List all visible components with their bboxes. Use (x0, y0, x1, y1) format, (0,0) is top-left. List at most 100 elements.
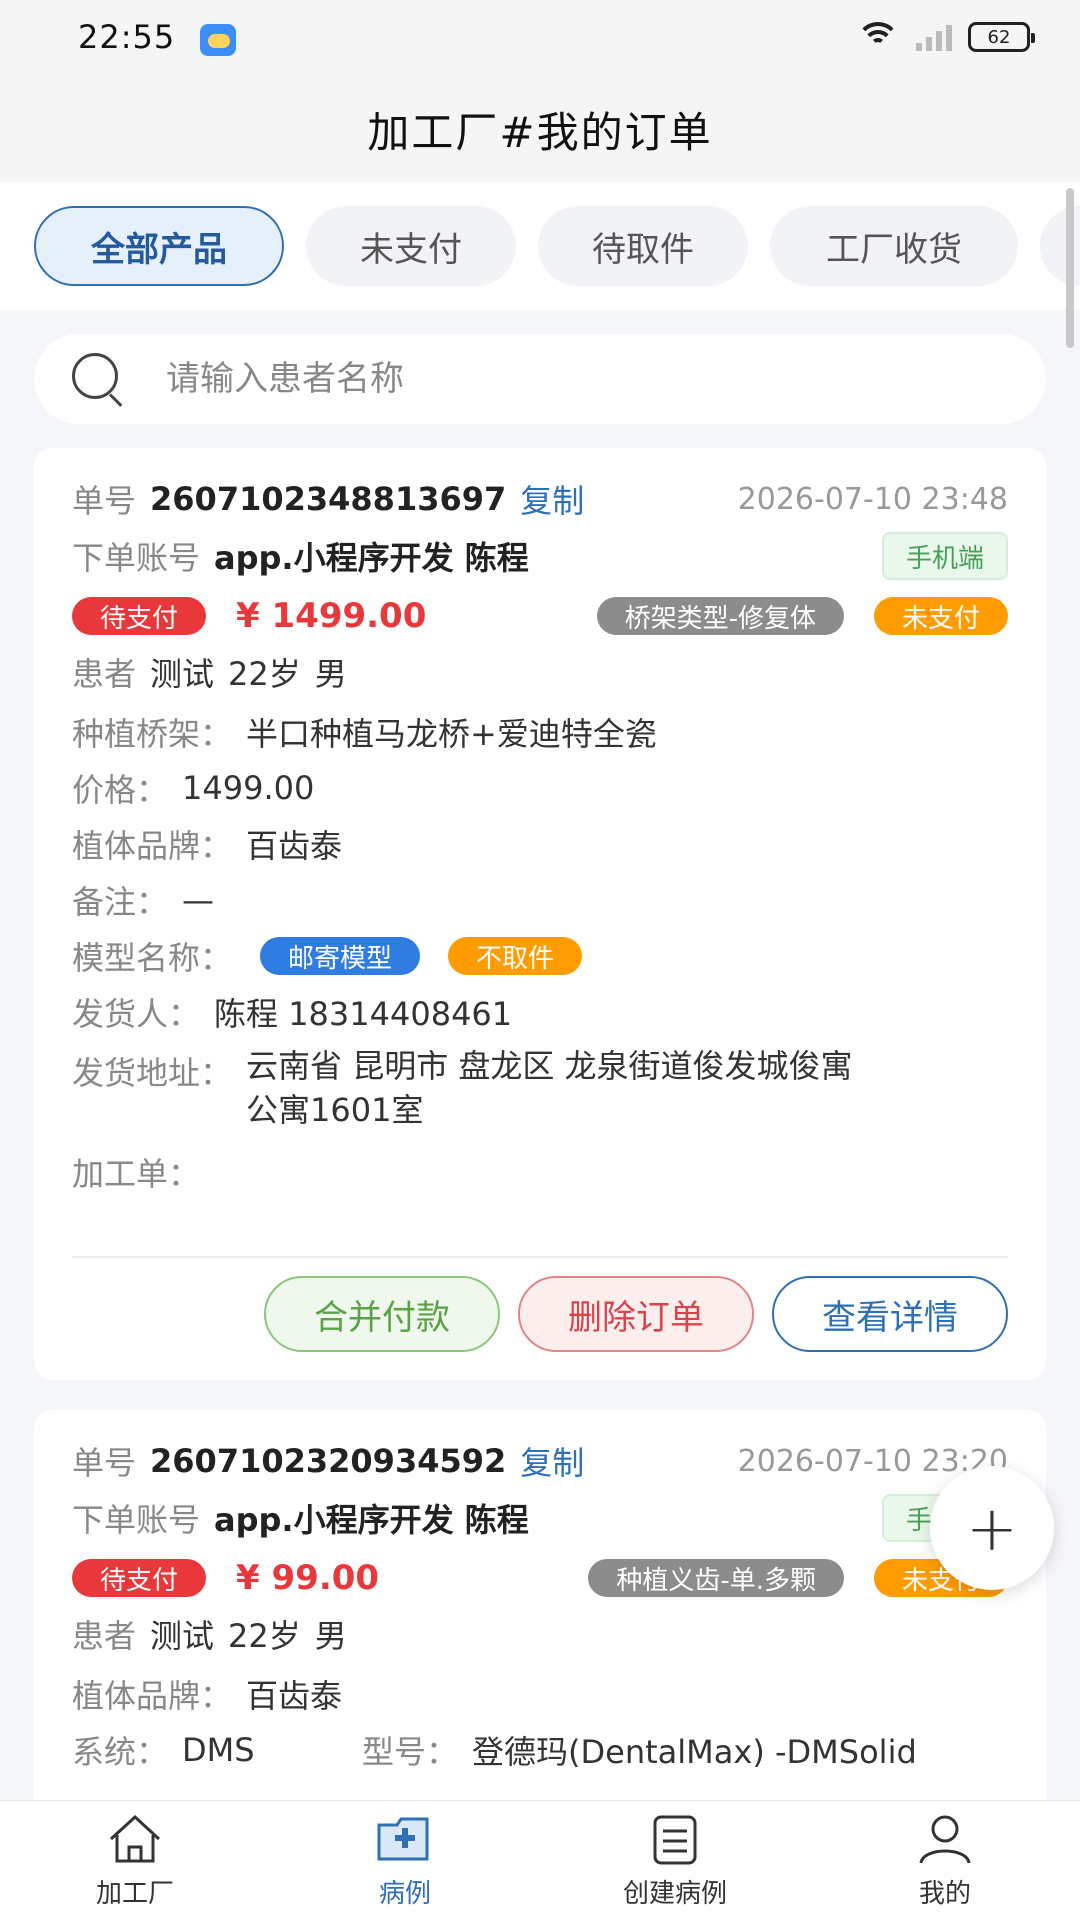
order-actions: 合并付款 删除订单 查看详情 (264, 1276, 1008, 1352)
page-header: 加工厂#我的订单 (0, 76, 1080, 182)
merge-payment-button[interactable]: 合并付款 (264, 1276, 500, 1352)
brand-label: 植体品牌： (72, 827, 233, 865)
order-number: 2607102320934592 (150, 1442, 507, 1480)
address-value: 云南省 昆明市 盘龙区 龙泉街道俊发城俊寓 公寓1601室 (246, 1040, 853, 1132)
note-value: — (182, 881, 215, 919)
home-icon (109, 1814, 161, 1863)
patient-row: 患者 测试 22岁 男 (72, 1606, 1008, 1662)
page-title: 加工厂#我的订单 (367, 107, 713, 157)
tab-factory-received[interactable]: 工厂收货 (770, 206, 1018, 286)
patient-age: 22岁 (228, 655, 301, 693)
model-badge-mail: 邮寄模型 (260, 937, 421, 975)
wifi-icon (856, 22, 900, 52)
weather-app-icon (200, 24, 236, 56)
nav-mine-label: 我的 (918, 1879, 971, 1909)
order-account-row: 下单账号 app.小程序开发 陈程 手机端 (72, 1490, 1008, 1546)
delete-order-button[interactable]: 删除订单 (518, 1276, 754, 1352)
order-number-label: 单号 (72, 482, 137, 520)
patient-name: 测试 (150, 1617, 215, 1655)
order-card: 单号 2607102348813697 复制 2026-07-10 23:48 … (34, 448, 1046, 1380)
medical-folder-icon (377, 1817, 429, 1861)
nav-factory[interactable]: 加工厂 (0, 1801, 270, 1920)
sender-label: 发货人： (72, 995, 201, 1033)
tab-more-partial[interactable] (1040, 206, 1080, 286)
brand-value: 百齿泰 (246, 827, 343, 865)
account-label: 下单账号 (72, 1501, 201, 1539)
order-account-row: 下单账号 app.小程序开发 陈程 手机端 (72, 528, 1008, 584)
nav-cases-label: 病例 (378, 1879, 431, 1909)
bridge-label: 种植桥架： (72, 715, 233, 753)
nav-create-case-label: 创建病例 (622, 1879, 727, 1909)
patient-age: 22岁 (228, 1617, 301, 1655)
address-line-2: 公寓1601室 (246, 1091, 424, 1129)
bottom-nav: 加工厂 病例 创建病例 我的 (0, 1800, 1080, 1920)
sender-row: 发货人： 陈程 18314408461 (72, 984, 1008, 1040)
order-number-row: 单号 2607102348813697 复制 2026-07-10 23:48 (72, 474, 1008, 524)
type-badge: 桥架类型-修复体 (596, 597, 844, 635)
patient-gender: 男 (314, 1617, 347, 1655)
order-status-row: 待支付 ¥ 1499.00 桥架类型-修复体 未支付 (72, 588, 1008, 644)
battery-level: 62 (987, 26, 1011, 48)
nav-create-case[interactable]: 创建病例 (540, 1801, 810, 1920)
search-icon (70, 351, 126, 407)
order-status-row: 待支付 ¥ 99.00 种植义齿-单.多颗 未支付 (72, 1550, 1008, 1606)
filter-tabs: 全部产品 未支付 待取件 工厂收货 (0, 182, 1080, 310)
note-label: 备注： (72, 883, 169, 921)
price-label: 价格： (72, 771, 169, 809)
copy-button[interactable]: 复制 (520, 1438, 584, 1484)
search-input[interactable] (166, 359, 966, 399)
tab-pending-pickup[interactable]: 待取件 (538, 206, 748, 286)
address-row: 发货地址： 云南省 昆明市 盘龙区 龙泉街道俊发城俊寓 公寓1601室 (72, 1040, 1008, 1129)
nav-cases[interactable]: 病例 (270, 1801, 540, 1920)
order-card: 单号 2607102320934592 复制 2026-07-10 23:20 … (34, 1410, 1046, 1830)
process-row: 加工单： (72, 1144, 1008, 1200)
price-row: 价格： 1499.00 (72, 760, 1008, 816)
status-icons: 62 (856, 22, 1035, 52)
patient-label: 患者 (72, 1617, 137, 1655)
order-number: 2607102348813697 (150, 480, 507, 518)
model-label: 模型名称： (72, 939, 233, 977)
account-label: 下单账号 (72, 539, 201, 577)
system-row: 系统： DMS 型号： 登德玛(DentalMax) -DMSolid (72, 1722, 1008, 1778)
process-label: 加工单： (72, 1155, 201, 1193)
sender-value: 陈程 18314408461 (214, 995, 513, 1033)
patient-gender: 男 (314, 655, 347, 693)
bridge-row: 种植桥架： 半口种植马龙桥+爱迪特全瓷 (72, 704, 1008, 760)
order-price: ¥ 99.00 (236, 1558, 380, 1598)
add-fab-button[interactable]: + (930, 1466, 1054, 1590)
model-number-label: 型号： (362, 1733, 459, 1771)
order-number-label: 单号 (72, 1444, 137, 1482)
order-price: ¥ 1499.00 (236, 596, 427, 636)
scrollbar[interactable] (1066, 188, 1074, 348)
brand-value: 百齿泰 (246, 1677, 343, 1715)
unpaid-badge: 未支付 (873, 597, 1008, 635)
brand-row: 植体品牌： 百齿泰 (72, 816, 1008, 872)
tab-all-products[interactable]: 全部产品 (34, 206, 284, 286)
price-value: 1499.00 (182, 769, 315, 807)
status-bar: 22:55 62 (0, 0, 1080, 76)
nav-factory-label: 加工厂 (95, 1879, 174, 1909)
battery-icon: 62 (968, 22, 1035, 52)
model-number-value: 登德玛(DentalMax) -DMSolid (472, 1733, 917, 1771)
note-row: 备注： — (72, 872, 1008, 928)
account-name: app.小程序开发 陈程 (214, 1501, 529, 1539)
bridge-value: 半口种植马龙桥+爱迪特全瓷 (246, 715, 657, 753)
status-time: 22:55 (78, 18, 176, 56)
pay-status-badge: 待支付 (72, 1559, 207, 1597)
model-row: 模型名称： 邮寄模型 不取件 (72, 928, 1008, 984)
pay-status-badge: 待支付 (72, 597, 207, 635)
copy-button[interactable]: 复制 (520, 476, 584, 522)
brand-row: 植体品牌： 百齿泰 (72, 1666, 1008, 1722)
card-divider (72, 1256, 1008, 1258)
tab-unpaid[interactable]: 未支付 (306, 206, 516, 286)
view-details-button[interactable]: 查看详情 (772, 1276, 1008, 1352)
address-label: 发货地址： (72, 1054, 233, 1092)
user-icon (919, 1815, 971, 1864)
document-list-icon (653, 1815, 697, 1865)
system-value: DMS (182, 1731, 255, 1769)
order-datetime: 2026-07-10 23:48 (737, 481, 1008, 517)
nav-mine[interactable]: 我的 (810, 1801, 1080, 1920)
account-name: app.小程序开发 陈程 (214, 539, 529, 577)
order-number-row: 单号 2607102320934592 复制 2026-07-10 23:20 (72, 1436, 1008, 1486)
patient-row: 患者 测试 22岁 男 (72, 644, 1008, 700)
